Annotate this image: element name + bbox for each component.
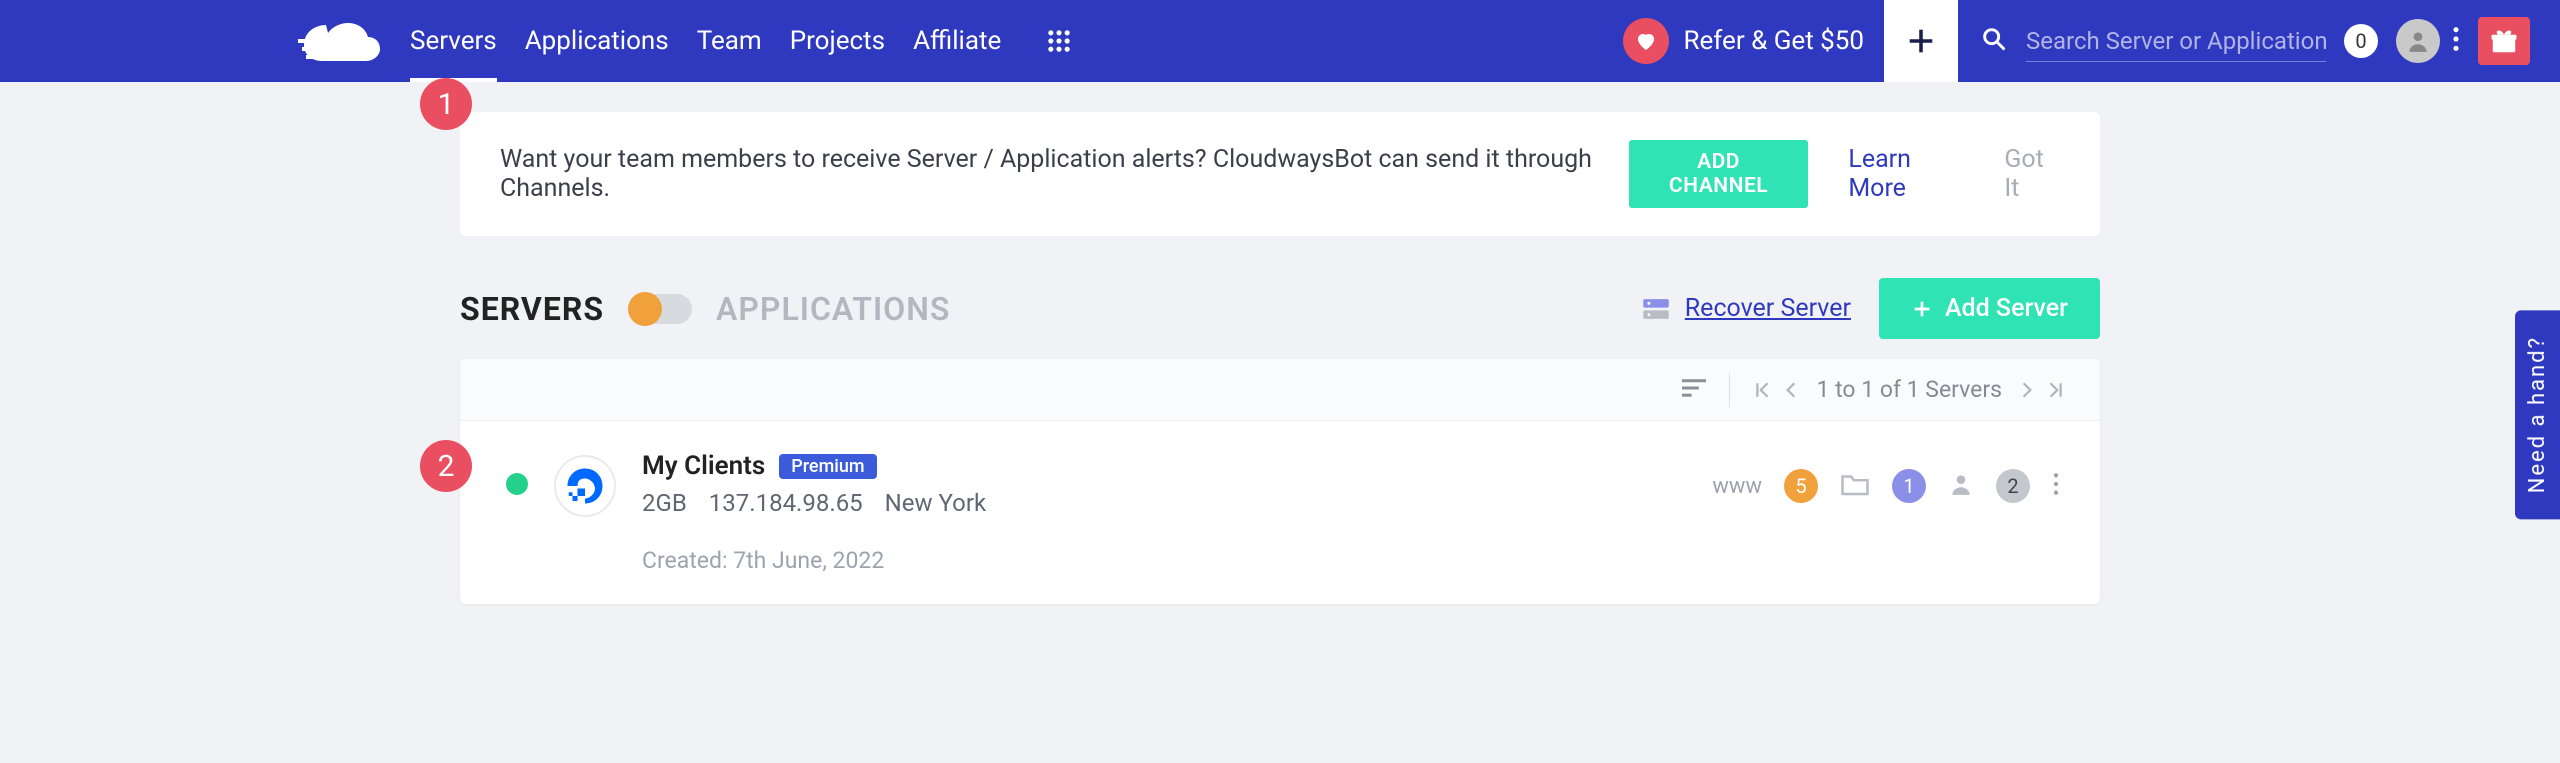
- search-icon[interactable]: [1980, 25, 2008, 57]
- pager-text: 1 to 1 of 1 Servers: [1816, 376, 2002, 403]
- status-indicator: [506, 473, 528, 495]
- channels-banner: Want your team members to receive Server…: [460, 112, 2100, 236]
- refer-link[interactable]: Refer & Get $50: [1623, 18, 1864, 64]
- app-header: Servers Applications Team Projects Affil…: [0, 0, 2560, 82]
- add-button[interactable]: [1884, 0, 1958, 82]
- server-info: My Clients Premium 2GB 137.184.98.65 New…: [642, 451, 986, 574]
- add-channel-button[interactable]: ADD CHANNEL: [1629, 140, 1809, 208]
- divider: [1729, 373, 1730, 407]
- server-stats: www 5 1 2: [1712, 469, 2060, 503]
- row-more-icon[interactable]: [2052, 471, 2060, 501]
- provider-icon: [554, 455, 616, 517]
- avatar[interactable]: [2396, 19, 2440, 63]
- segment-applications[interactable]: APPLICATIONS: [716, 290, 950, 328]
- add-server-button[interactable]: Add Server: [1879, 278, 2100, 339]
- nav-affiliate[interactable]: Affiliate: [913, 0, 1001, 82]
- pager-first-icon[interactable]: [1754, 381, 1772, 399]
- apps-grid-icon[interactable]: [1045, 27, 1073, 55]
- pager-last-icon[interactable]: [2046, 381, 2064, 399]
- user-icon: [1948, 471, 1974, 501]
- add-server-label: Add Server: [1945, 294, 2068, 323]
- server-size: 2GB: [642, 489, 687, 517]
- servers-list: 1 to 1 of 1 Servers My Clients Premium 2…: [460, 359, 2100, 604]
- logo[interactable]: [296, 19, 382, 63]
- nav-applications[interactable]: Applications: [525, 0, 669, 82]
- gift-button[interactable]: [2478, 17, 2530, 65]
- recover-icon: [1639, 292, 1673, 326]
- plus-icon: [1911, 298, 1933, 320]
- refer-label: Refer & Get $50: [1683, 26, 1864, 56]
- projects-count-badge[interactable]: 1: [1892, 469, 1926, 503]
- learn-more-link[interactable]: Learn More: [1848, 145, 1964, 203]
- toggle-knob: [628, 292, 662, 326]
- view-toggle-row: SERVERS APPLICATIONS Recover Server Add …: [460, 278, 2100, 339]
- nav-servers[interactable]: Servers: [410, 0, 497, 82]
- users-count-badge[interactable]: 2: [1996, 469, 2030, 503]
- apps-count-badge[interactable]: 5: [1784, 469, 1818, 503]
- recover-server[interactable]: Recover Server: [1639, 292, 1851, 326]
- pager-prev-icon[interactable]: [1784, 381, 1798, 399]
- sort-icon[interactable]: [1679, 376, 1709, 404]
- list-header: 1 to 1 of 1 Servers: [460, 359, 2100, 421]
- annotation-2: 2: [420, 440, 472, 492]
- server-ip: 137.184.98.65: [709, 489, 863, 517]
- segment-toggle[interactable]: [628, 294, 692, 324]
- folder-icon: [1840, 471, 1870, 501]
- annotation-1: 1: [420, 78, 472, 130]
- server-created: Created: 7th June, 2022: [642, 547, 986, 574]
- pager-next-icon[interactable]: [2020, 381, 2034, 399]
- server-row[interactable]: My Clients Premium 2GB 137.184.98.65 New…: [460, 421, 2100, 604]
- nav-projects[interactable]: Projects: [790, 0, 885, 82]
- server-name: My Clients: [642, 451, 765, 481]
- more-menu-icon[interactable]: [2452, 25, 2460, 57]
- notification-count[interactable]: 0: [2344, 24, 2378, 58]
- recover-server-link[interactable]: Recover Server: [1685, 294, 1851, 323]
- search-input[interactable]: [2026, 21, 2326, 62]
- server-region: New York: [885, 489, 986, 517]
- heart-icon: [1623, 18, 1669, 64]
- segment-servers[interactable]: SERVERS: [460, 290, 604, 328]
- nav-team[interactable]: Team: [697, 0, 762, 82]
- main-nav: Servers Applications Team Projects Affil…: [410, 0, 1001, 82]
- got-it-button[interactable]: Got It: [2004, 145, 2060, 203]
- banner-text: Want your team members to receive Server…: [500, 145, 1609, 203]
- help-tab[interactable]: Need a hand?: [2515, 310, 2560, 519]
- www-label: www: [1712, 474, 1762, 499]
- premium-badge: Premium: [779, 454, 876, 479]
